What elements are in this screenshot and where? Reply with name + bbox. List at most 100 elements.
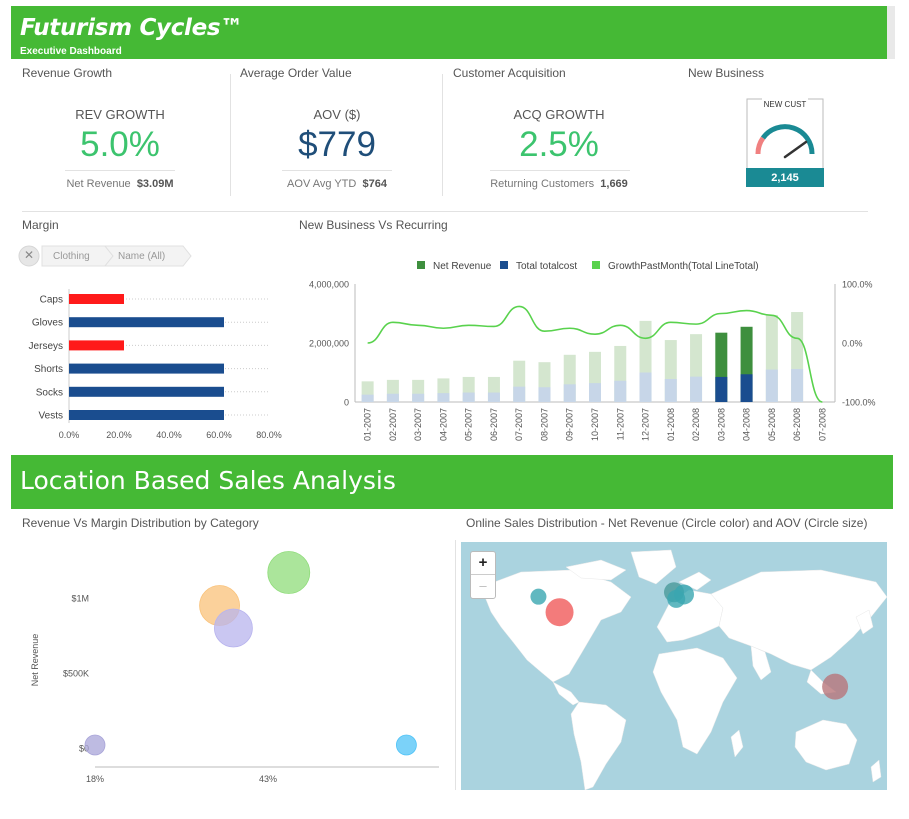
scatter-y-tick: $1M bbox=[71, 594, 89, 604]
acq-growth-label: ACQ GROWTH bbox=[513, 107, 605, 122]
zoom-in-button[interactable]: + bbox=[471, 552, 495, 575]
zoom-out-button[interactable]: – bbox=[471, 575, 495, 597]
kpi-rule bbox=[282, 170, 392, 171]
total-cost-bar bbox=[715, 376, 728, 402]
nbr-x-tick: 02-2007 bbox=[388, 408, 398, 441]
sales-map[interactable]: + – bbox=[461, 542, 887, 790]
scatter-title: Revenue Vs Margin Distribution by Catego… bbox=[22, 516, 259, 530]
nbr-x-tick: 06-2007 bbox=[489, 408, 499, 441]
nbr-left-tick: 0 bbox=[344, 398, 349, 408]
total-cost-bar bbox=[513, 386, 526, 402]
total-cost-bar bbox=[664, 378, 677, 402]
scatter-bubble bbox=[213, 608, 253, 648]
margin-bar bbox=[69, 386, 224, 397]
kpi-divider bbox=[442, 74, 443, 196]
map-title: Online Sales Distribution - Net Revenue … bbox=[466, 516, 868, 530]
map-bubble bbox=[545, 598, 574, 627]
nbr-x-tick: 02-2008 bbox=[691, 408, 701, 441]
location-banner-title: Location Based Sales Analysis bbox=[20, 466, 396, 495]
legend-label: Total totalcost bbox=[516, 261, 577, 272]
total-cost-bar bbox=[614, 380, 627, 402]
section-divider bbox=[22, 211, 868, 212]
nbr-x-tick: 08-2007 bbox=[539, 408, 549, 441]
margin-x-tick: 60.0% bbox=[206, 430, 232, 440]
net-revenue-foot: Net Revenue $3.09M bbox=[30, 178, 210, 190]
section-customer-acquisition: Customer Acquisition bbox=[453, 66, 566, 80]
nbr-x-tick: 04-2008 bbox=[742, 408, 752, 441]
margin-breadcrumb: ✕ Clothing Name (All) bbox=[17, 245, 197, 267]
legend-swatch bbox=[592, 261, 600, 269]
zoom-control: + – bbox=[470, 551, 496, 599]
aov-label: AOV ($) bbox=[313, 107, 361, 122]
total-cost-bar bbox=[386, 393, 399, 402]
new-cust-gauge: NEW CUST 2,145 bbox=[746, 98, 824, 188]
margin-category-label: Socks bbox=[36, 387, 63, 398]
margin-x-tick: 40.0% bbox=[156, 430, 182, 440]
section-new-business: New Business bbox=[688, 66, 765, 80]
scatter-bubble bbox=[84, 734, 106, 756]
total-cost-bar bbox=[639, 372, 652, 402]
section-aov: Average Order Value bbox=[240, 66, 352, 80]
total-cost-bar bbox=[412, 393, 425, 402]
kpi-rule bbox=[65, 170, 175, 171]
margin-bar bbox=[69, 410, 224, 420]
margin-category-label: Gloves bbox=[32, 318, 63, 329]
scatter-x-tick: 18% bbox=[86, 774, 104, 784]
world-map[interactable] bbox=[461, 542, 887, 790]
breadcrumb-clothing[interactable]: Clothing bbox=[53, 251, 90, 262]
nbr-x-tick: 03-2008 bbox=[716, 408, 726, 441]
nbr-right-tick: 0.0% bbox=[842, 339, 863, 349]
margin-bar bbox=[69, 317, 224, 328]
nbr-x-tick: 05-2007 bbox=[464, 408, 474, 441]
nbr-x-tick: 06-2008 bbox=[792, 408, 802, 441]
nbr-x-tick: 11-2007 bbox=[615, 408, 625, 440]
scatter-bubble bbox=[395, 734, 417, 756]
aov-foot: AOV Avg YTD $764 bbox=[247, 178, 427, 190]
total-cost-bar bbox=[791, 368, 804, 402]
nbr-x-tick: 01-2008 bbox=[666, 408, 676, 441]
nbr-left-tick: 4,000,000 bbox=[309, 280, 349, 290]
total-cost-bar bbox=[765, 369, 778, 402]
scatter-y-label: Net Revenue bbox=[30, 634, 40, 687]
returning-customers-foot: Returning Customers 1,669 bbox=[464, 178, 654, 190]
kpi-divider bbox=[230, 74, 231, 196]
rev-growth-label: REV GROWTH bbox=[75, 107, 165, 122]
nbr-x-tick: 05-2008 bbox=[767, 408, 777, 441]
legend-label: GrowthPastMonth(Total LineTotal) bbox=[608, 261, 759, 272]
gauge-label: NEW CUST bbox=[764, 100, 807, 109]
nbr-x-tick: 07-2008 bbox=[817, 408, 827, 441]
nbr-right-tick: -100.0% bbox=[842, 398, 876, 408]
total-cost-bar bbox=[740, 374, 753, 402]
acq-growth-value: 2.5% bbox=[519, 125, 599, 164]
gauge-value: 2,145 bbox=[771, 172, 799, 184]
nbr-x-tick: 12-2007 bbox=[641, 408, 651, 441]
scatter-y-tick: $500K bbox=[63, 669, 89, 679]
legend-label: Net Revenue bbox=[433, 261, 492, 272]
map-bubble bbox=[822, 673, 849, 700]
total-cost-bar bbox=[563, 384, 576, 402]
nbr-x-tick: 03-2007 bbox=[413, 408, 423, 441]
nbr-x-tick: 10-2007 bbox=[590, 408, 600, 441]
margin-category-label: Shorts bbox=[34, 364, 63, 375]
total-cost-bar bbox=[487, 392, 500, 402]
aov-ytd-label: AOV Avg YTD bbox=[287, 178, 357, 190]
nbr-title: New Business Vs Recurring bbox=[299, 218, 448, 232]
total-cost-bar bbox=[462, 392, 475, 402]
clear-filter-icon[interactable]: ✕ bbox=[24, 248, 34, 262]
total-cost-bar bbox=[361, 394, 374, 402]
panel-divider bbox=[455, 540, 456, 790]
aov-value: $779 bbox=[298, 125, 376, 164]
total-cost-bar bbox=[437, 393, 450, 402]
map-bubble bbox=[530, 588, 547, 605]
location-banner: Location Based Sales Analysis bbox=[11, 455, 893, 509]
header-banner: Futurism Cycles™ Executive Dashboard bbox=[11, 6, 887, 59]
kpi-rule bbox=[490, 170, 630, 171]
margin-category-label: Vests bbox=[39, 411, 63, 422]
nbr-left-tick: 2,000,000 bbox=[309, 339, 349, 349]
rev-growth-value: 5.0% bbox=[80, 125, 160, 164]
returning-customers-label: Returning Customers bbox=[490, 178, 595, 190]
margin-title: Margin bbox=[22, 218, 59, 232]
section-revenue-growth: Revenue Growth bbox=[22, 66, 113, 80]
map-bubble bbox=[667, 589, 686, 608]
breadcrumb-name-all[interactable]: Name (All) bbox=[118, 251, 165, 262]
